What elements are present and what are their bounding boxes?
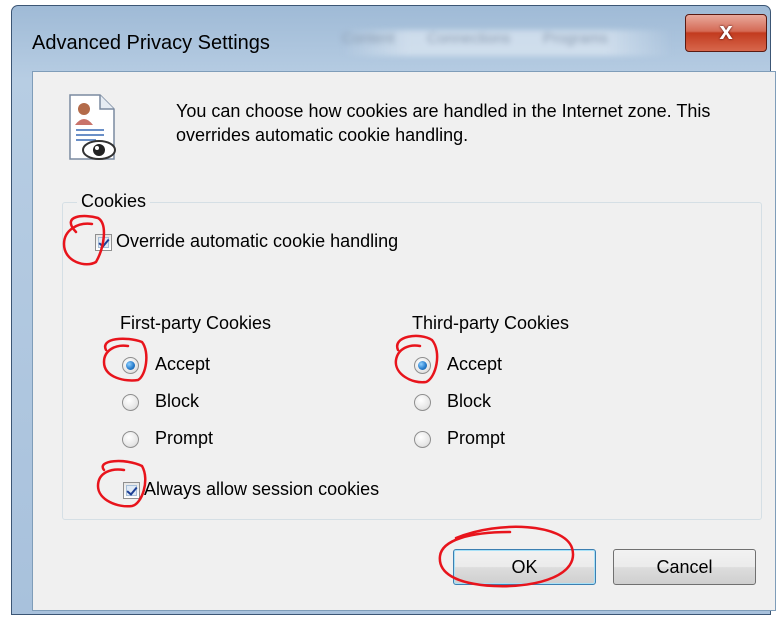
third-party-block-radio[interactable] xyxy=(414,394,431,411)
intro-text: You can choose how cookies are handled i… xyxy=(176,101,711,145)
first-party-accept-radio[interactable] xyxy=(122,357,139,374)
ok-button[interactable]: OK xyxy=(453,549,596,585)
session-cookies-checkbox[interactable] xyxy=(123,482,140,499)
cookies-group-label: Cookies xyxy=(77,191,151,212)
background-tab: Programs xyxy=(542,30,608,47)
first-party-accept-label[interactable]: Accept xyxy=(155,354,210,375)
session-cookies-label[interactable]: Always allow session cookies xyxy=(144,479,379,500)
first-party-block-label[interactable]: Block xyxy=(155,391,199,412)
override-checkbox[interactable] xyxy=(95,234,112,251)
checkmark-icon xyxy=(126,485,137,496)
close-button[interactable]: x xyxy=(685,14,767,52)
third-party-prompt-label[interactable]: Prompt xyxy=(447,428,505,449)
first-party-prompt-label[interactable]: Prompt xyxy=(155,428,213,449)
dialog-window: Content Connections Programs Advanced Pr… xyxy=(11,5,776,615)
third-party-heading: Third-party Cookies xyxy=(412,313,570,333)
privacy-document-icon xyxy=(69,94,116,160)
background-tab: Connections xyxy=(427,30,511,47)
first-party-heading: First-party Cookies xyxy=(120,313,272,333)
override-label[interactable]: Override automatic cookie handling xyxy=(116,231,398,252)
checkmark-icon xyxy=(98,237,109,248)
cancel-button[interactable]: Cancel xyxy=(613,549,756,585)
third-party-accept-label[interactable]: Accept xyxy=(447,354,502,375)
first-party-prompt-radio[interactable] xyxy=(122,431,139,448)
third-party-block-label[interactable]: Block xyxy=(447,391,491,412)
dialog-client-area: You can choose how cookies are handled i… xyxy=(32,71,776,611)
third-party-accept-radio[interactable] xyxy=(414,357,431,374)
background-tabs: Content Connections Programs xyxy=(342,30,672,56)
third-party-prompt-radio[interactable] xyxy=(414,431,431,448)
close-icon: x xyxy=(719,18,733,45)
first-party-block-radio[interactable] xyxy=(122,394,139,411)
background-tab: Content xyxy=(342,30,395,47)
window-title: Advanced Privacy Settings xyxy=(32,32,270,54)
